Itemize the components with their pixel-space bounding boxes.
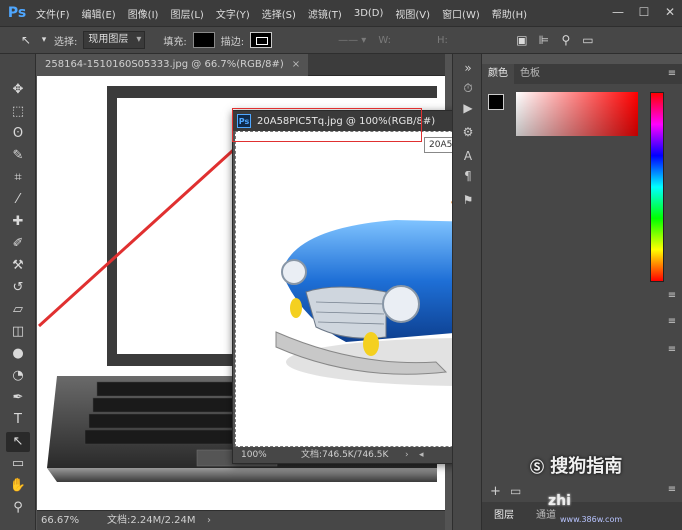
- stroke-label: 描边:: [220, 36, 245, 48]
- window-controls: — ☐ ✕: [610, 4, 678, 20]
- height-label: H:: [437, 34, 448, 46]
- healing-brush-tool-icon[interactable]: ✚: [6, 212, 30, 232]
- menu-filter[interactable]: 滤镜(T): [302, 6, 348, 21]
- fill-label: 填充:: [163, 36, 187, 48]
- history-icon[interactable]: ⏱: [460, 80, 476, 96]
- workspace-icon[interactable]: ▭: [580, 32, 596, 48]
- minimize-button[interactable]: —: [610, 4, 626, 20]
- paragraph-icon[interactable]: ¶: [460, 168, 476, 184]
- hue-slider[interactable]: [650, 92, 664, 282]
- menu-edit[interactable]: 编辑(E): [76, 6, 122, 21]
- floating-document-size: 文档:746.5K/746.5K: [301, 450, 389, 460]
- rectangle-tool-icon[interactable]: ▭: [6, 454, 30, 474]
- stroke-style-dropdown[interactable]: —— ▾: [338, 35, 366, 46]
- panel-menu-icon[interactable]: ≡: [666, 290, 678, 302]
- document-tab[interactable]: 258164-1510160S05333.jpg @ 66.7%(RGB/8#)…: [37, 54, 309, 76]
- chevron-down-icon[interactable]: ▾: [40, 32, 48, 48]
- menu-layer[interactable]: 图层(L): [164, 6, 209, 21]
- menu-file[interactable]: 文件(F): [30, 6, 76, 21]
- clone-stamp-tool-icon[interactable]: ⚒: [6, 256, 30, 276]
- close-icon[interactable]: ×: [292, 59, 300, 70]
- watermark-url: www.386w.com: [560, 515, 623, 524]
- properties-icon[interactable]: ⚑: [460, 192, 476, 208]
- panel-menu-icon[interactable]: ≡: [666, 344, 678, 356]
- path-selection-tool-icon[interactable]: ↖: [6, 432, 30, 452]
- zoom-level[interactable]: 66.67%: [41, 511, 79, 530]
- select-label: 选择:: [54, 36, 78, 48]
- status-bar: 66.67% 文档:2.24M/2.24M ›: [37, 510, 445, 530]
- close-button[interactable]: ✕: [662, 4, 678, 20]
- scroll-left-icon[interactable]: ◂: [419, 447, 424, 463]
- character-icon[interactable]: A: [460, 148, 476, 164]
- panel-dock: » ⏱ ▶ ⚙ A ¶ ⚑: [452, 54, 482, 530]
- menu-help[interactable]: 帮助(H): [486, 6, 533, 21]
- panel-menu-icon[interactable]: ≡: [666, 316, 678, 328]
- tab-color[interactable]: 颜色: [482, 64, 514, 84]
- history-brush-tool-icon[interactable]: ↺: [6, 278, 30, 298]
- width-label: W:: [378, 34, 391, 46]
- hand-tool-icon[interactable]: ✋: [6, 476, 30, 496]
- pen-tool-icon[interactable]: ✒: [6, 388, 30, 408]
- select-layer-dropdown[interactable]: 现用图层: [83, 31, 146, 49]
- stroke-swatch[interactable]: [250, 32, 273, 48]
- document-tab-title: 258164-1510160S05333.jpg @ 66.7%(RGB/8#): [45, 59, 284, 70]
- zoom-tool-icon[interactable]: ⚲: [6, 498, 30, 518]
- watermark-icon: Ⓢ: [530, 460, 544, 476]
- menu-view[interactable]: 视图(V): [389, 6, 436, 21]
- maximize-button[interactable]: ☐: [636, 4, 652, 20]
- watermark-zhi: zhi: [548, 493, 571, 509]
- watermark-brand: zhi: [548, 486, 571, 511]
- path-select-tool-icon[interactable]: ↖: [18, 32, 34, 48]
- eyedropper-tool-icon[interactable]: ⁄: [6, 190, 30, 210]
- highlight-box: [232, 108, 422, 142]
- photoshop-logo: Ps: [7, 5, 27, 21]
- collapse-icon[interactable]: »: [460, 60, 476, 76]
- search-icon[interactable]: ⚲: [558, 32, 574, 48]
- tab-swatches[interactable]: 色板: [514, 64, 546, 84]
- watermark-text: Ⓢ 搜狗指南: [530, 452, 622, 478]
- path-operations-icon[interactable]: ▣: [514, 32, 530, 48]
- document-size: 文档:2.24M/2.24M: [107, 515, 196, 526]
- foreground-color-swatch[interactable]: [488, 94, 504, 110]
- panel-menu-icon[interactable]: ≡: [666, 68, 678, 80]
- document-tab-bar: 258164-1510160S05333.jpg @ 66.7%(RGB/8#)…: [37, 54, 445, 76]
- menu-select[interactable]: 选择(S): [256, 6, 302, 21]
- floating-zoom-level[interactable]: 100%: [241, 447, 267, 463]
- chevron-right-icon[interactable]: ›: [207, 511, 211, 530]
- color-panel-tabs: 颜色 色板: [482, 64, 682, 84]
- menu-window[interactable]: 窗口(W): [436, 6, 486, 21]
- brush-presets-icon[interactable]: ⚙: [460, 124, 476, 140]
- dodge-tool-icon[interactable]: ◔: [6, 366, 30, 386]
- folder-icon[interactable]: ▭: [510, 484, 521, 498]
- gradient-tool-icon[interactable]: ◫: [6, 322, 30, 342]
- quick-select-tool-icon[interactable]: ✎: [6, 146, 30, 166]
- type-tool-icon[interactable]: T: [6, 410, 30, 430]
- actions-icon[interactable]: ▶: [460, 100, 476, 116]
- marquee-tool-icon[interactable]: ⬚: [6, 102, 30, 122]
- tools-panel: ✥ ⬚ ʘ ✎ ⌗ ⁄ ✚ ✐ ⚒ ↺ ▱ ◫ ● ◔ ✒ T ↖ ▭ ✋ ⚲: [0, 54, 36, 530]
- chevron-right-icon[interactable]: ›: [405, 447, 409, 463]
- blur-tool-icon[interactable]: ●: [6, 344, 30, 364]
- add-icon[interactable]: +: [490, 484, 501, 499]
- move-tool-icon[interactable]: ✥: [6, 80, 30, 100]
- lasso-tool-icon[interactable]: ʘ: [6, 124, 30, 144]
- color-spectrum-field[interactable]: [516, 92, 638, 136]
- menu-bar: Ps 文件(F) 编辑(E) 图像(I) 图层(L) 文字(Y) 选择(S) 滤…: [0, 0, 682, 26]
- brush-tool-icon[interactable]: ✐: [6, 234, 30, 254]
- menu-type[interactable]: 文字(Y): [210, 6, 256, 21]
- menu-3d[interactable]: 3D(D): [348, 8, 390, 19]
- menu-image[interactable]: 图像(I): [122, 6, 165, 21]
- tab-layers[interactable]: 图层: [488, 506, 520, 526]
- watermark-label: 搜狗指南: [550, 456, 623, 477]
- panel-menu-icon[interactable]: ≡: [666, 484, 678, 496]
- path-alignment-icon[interactable]: ⊫: [536, 32, 552, 48]
- fill-swatch[interactable]: [192, 32, 215, 48]
- eraser-tool-icon[interactable]: ▱: [6, 300, 30, 320]
- crop-tool-icon[interactable]: ⌗: [6, 168, 30, 188]
- options-bar: ↖ ▾ 选择: 现用图层 填充: 描边: —— ▾ W: H: ▣ ⊫ ⚲ ▭: [0, 26, 682, 54]
